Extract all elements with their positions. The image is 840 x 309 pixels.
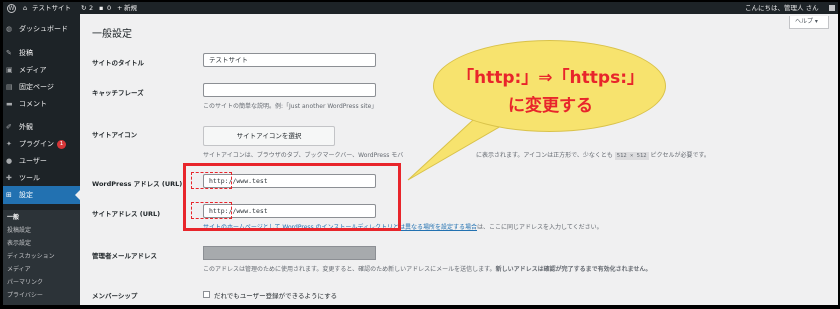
admin-email-desc-bold: 新しいアドレスは確認が完了するまで有効化されません。 bbox=[495, 266, 652, 273]
wp-admin-screen: W ⌂ テストサイト ↻ 2 ▪ 0 + 新規 こんにちは、管理人 さん ◍ ダ… bbox=[3, 2, 838, 305]
site-icon-label: サイトアイコン bbox=[92, 131, 138, 139]
membership-checkbox-label[interactable]: だれでもユーザー登録ができるようにする bbox=[214, 290, 337, 300]
sidebar-item-label: プラグイン bbox=[19, 140, 54, 148]
submenu-item-writing[interactable]: 投稿設定 bbox=[7, 225, 31, 234]
callout-line-2: に変更する bbox=[508, 96, 593, 116]
admin-email-desc-text: このアドレスは管理のために使用されます。変更すると、確認のため新しいアドレスにメ… bbox=[203, 266, 496, 273]
dashboard-icon: ◍ bbox=[6, 25, 13, 33]
membership-label: メンバーシップ bbox=[92, 292, 138, 300]
admin-email-label: 管理者メールアドレス bbox=[92, 252, 157, 260]
tagline-label: キャッチフレーズ bbox=[92, 89, 144, 97]
submenu-item-media[interactable]: メディア bbox=[7, 264, 31, 273]
callout-bubble: 「http:」⇒「https:」 に変更する bbox=[433, 40, 666, 132]
sidebar-item-tools[interactable]: ✚ ツール bbox=[3, 169, 80, 187]
submenu-item-permalinks[interactable]: パーマリンク bbox=[7, 277, 43, 286]
page-icon: ▤ bbox=[6, 83, 13, 91]
avatar[interactable] bbox=[829, 5, 835, 11]
sidebar-item-posts[interactable]: ✎ 投稿 bbox=[3, 44, 80, 62]
current-menu-arrow bbox=[75, 190, 80, 200]
admin-bar: W ⌂ テストサイト ↻ 2 ▪ 0 + 新規 こんにちは、管理人 さん bbox=[3, 2, 838, 14]
site-address-desc-rest: は、ここに同じアドレスを入力してください。 bbox=[477, 224, 603, 231]
sidebar-item-plugins[interactable]: ✦ プラグイン 1 bbox=[3, 135, 80, 153]
site-title-label: サイトのタイトル bbox=[92, 59, 144, 67]
callout-line-1: 「http:」⇒「https:」 bbox=[456, 68, 644, 88]
submenu-item-general[interactable]: 一般 bbox=[7, 212, 19, 221]
wrench-icon: ✚ bbox=[6, 174, 12, 182]
comments-count: 0 bbox=[107, 4, 112, 12]
sidebar-item-label: 設定 bbox=[19, 191, 33, 199]
sidebar-item-label: メディア bbox=[19, 66, 47, 74]
home-icon: ⌂ bbox=[23, 4, 28, 12]
submenu-item-privacy[interactable]: プライバシー bbox=[7, 290, 43, 299]
comments-icon[interactable]: ▪ bbox=[99, 2, 103, 14]
wordpress-address-label: WordPress アドレス (URL) bbox=[92, 180, 183, 188]
sidebar-item-label-wrap: プラグイン 1 bbox=[19, 135, 66, 153]
tagline-input[interactable] bbox=[203, 83, 376, 97]
sidebar-item-label: 固定ページ bbox=[19, 83, 54, 91]
sidebar-item-users[interactable]: ● ユーザー bbox=[3, 152, 80, 170]
http-highlight-wordpress-address bbox=[191, 172, 232, 189]
sidebar-item-label: ユーザー bbox=[19, 157, 47, 165]
screenshot-frame: W ⌂ テストサイト ↻ 2 ▪ 0 + 新規 こんにちは、管理人 さん ◍ ダ… bbox=[0, 0, 840, 309]
membership-checkbox[interactable] bbox=[203, 291, 210, 298]
sidebar-item-label: コメント bbox=[19, 100, 47, 108]
sidebar-item-media[interactable]: ▣ メディア bbox=[3, 61, 80, 79]
help-tab[interactable]: ヘルプ ▾ bbox=[789, 16, 829, 29]
plugin-icon: ✦ bbox=[6, 140, 12, 148]
sidebar-item-dashboard[interactable]: ◍ ダッシュボード bbox=[3, 20, 80, 38]
http-highlight-site-address bbox=[191, 202, 232, 219]
comment-icon: ▬ bbox=[6, 100, 13, 108]
submenu-item-reading[interactable]: 表示設定 bbox=[7, 238, 31, 247]
admin-bar-site-name[interactable]: テストサイト bbox=[32, 2, 71, 14]
site-icon-desc-end: ピクセルが必要です。 bbox=[650, 152, 710, 159]
sidebar-item-label: ダッシュボード bbox=[19, 25, 68, 33]
sidebar-item-appearance[interactable]: ✐ 外観 bbox=[3, 118, 80, 136]
tagline-description: このサイトの簡単な説明。例:「Just another WordPress si… bbox=[203, 103, 378, 110]
admin-email-input[interactable] bbox=[203, 246, 376, 260]
site-icon-desc-text: に表示されます。アイコンは正方形で、少なくとも bbox=[476, 152, 613, 159]
site-icon-size-code: 512 × 512 bbox=[614, 152, 649, 160]
submenu-item-discussion[interactable]: ディスカッション bbox=[7, 251, 55, 260]
updates-icon[interactable]: ↻ bbox=[81, 2, 86, 14]
users-icon: ● bbox=[6, 157, 13, 165]
greeting-text[interactable]: こんにちは、管理人 さん bbox=[745, 2, 819, 14]
sidebar-item-label: 投稿 bbox=[19, 49, 33, 57]
site-icon-description-2: に表示されます。アイコンは正方形で、少なくとも 512 × 512 ピクセルが必… bbox=[476, 150, 710, 160]
sidebar-item-comments[interactable]: ▬ コメント bbox=[3, 95, 80, 113]
sidebar-item-label: 外観 bbox=[19, 123, 33, 131]
brush-icon: ✐ bbox=[6, 123, 12, 131]
plugin-update-badge: 1 bbox=[57, 139, 66, 149]
sidebar-item-pages[interactable]: ▤ 固定ページ bbox=[3, 78, 80, 96]
site-title-input[interactable]: テストサイト bbox=[203, 53, 376, 67]
plus-icon: + bbox=[117, 4, 123, 12]
settings-submenu: 一般 投稿設定 表示設定 ディスカッション メディア パーマリンク プライバシー bbox=[3, 210, 80, 305]
new-content-link[interactable]: 新規 bbox=[124, 2, 137, 14]
site-address-label: サイトアドレス (URL) bbox=[92, 210, 161, 218]
settings-icon: ⊞ bbox=[6, 191, 12, 199]
admin-email-description: このアドレスは管理のために使用されます。変更すると、確認のため新しいアドレスにメ… bbox=[203, 264, 651, 273]
pin-icon: ✎ bbox=[6, 49, 12, 57]
sidebar-item-label: ツール bbox=[19, 174, 40, 182]
select-site-icon-button[interactable]: サイトアイコンを選択 bbox=[203, 126, 335, 146]
wordpress-logo-icon[interactable]: W bbox=[7, 3, 16, 13]
updates-count: 2 bbox=[89, 4, 94, 12]
site-icon-description-1: サイトアイコンは、ブラウザのタブ、ブックマークバー、WordPress モバ bbox=[203, 152, 404, 159]
admin-sidebar: ◍ ダッシュボード ✎ 投稿 ▣ メディア ▤ 固定ページ ▬ コメント ✐ 外… bbox=[3, 14, 80, 305]
page-title: 一般設定 bbox=[92, 29, 132, 40]
media-icon: ▣ bbox=[6, 66, 13, 74]
sidebar-item-settings[interactable]: ⊞ 設定 bbox=[3, 186, 80, 204]
